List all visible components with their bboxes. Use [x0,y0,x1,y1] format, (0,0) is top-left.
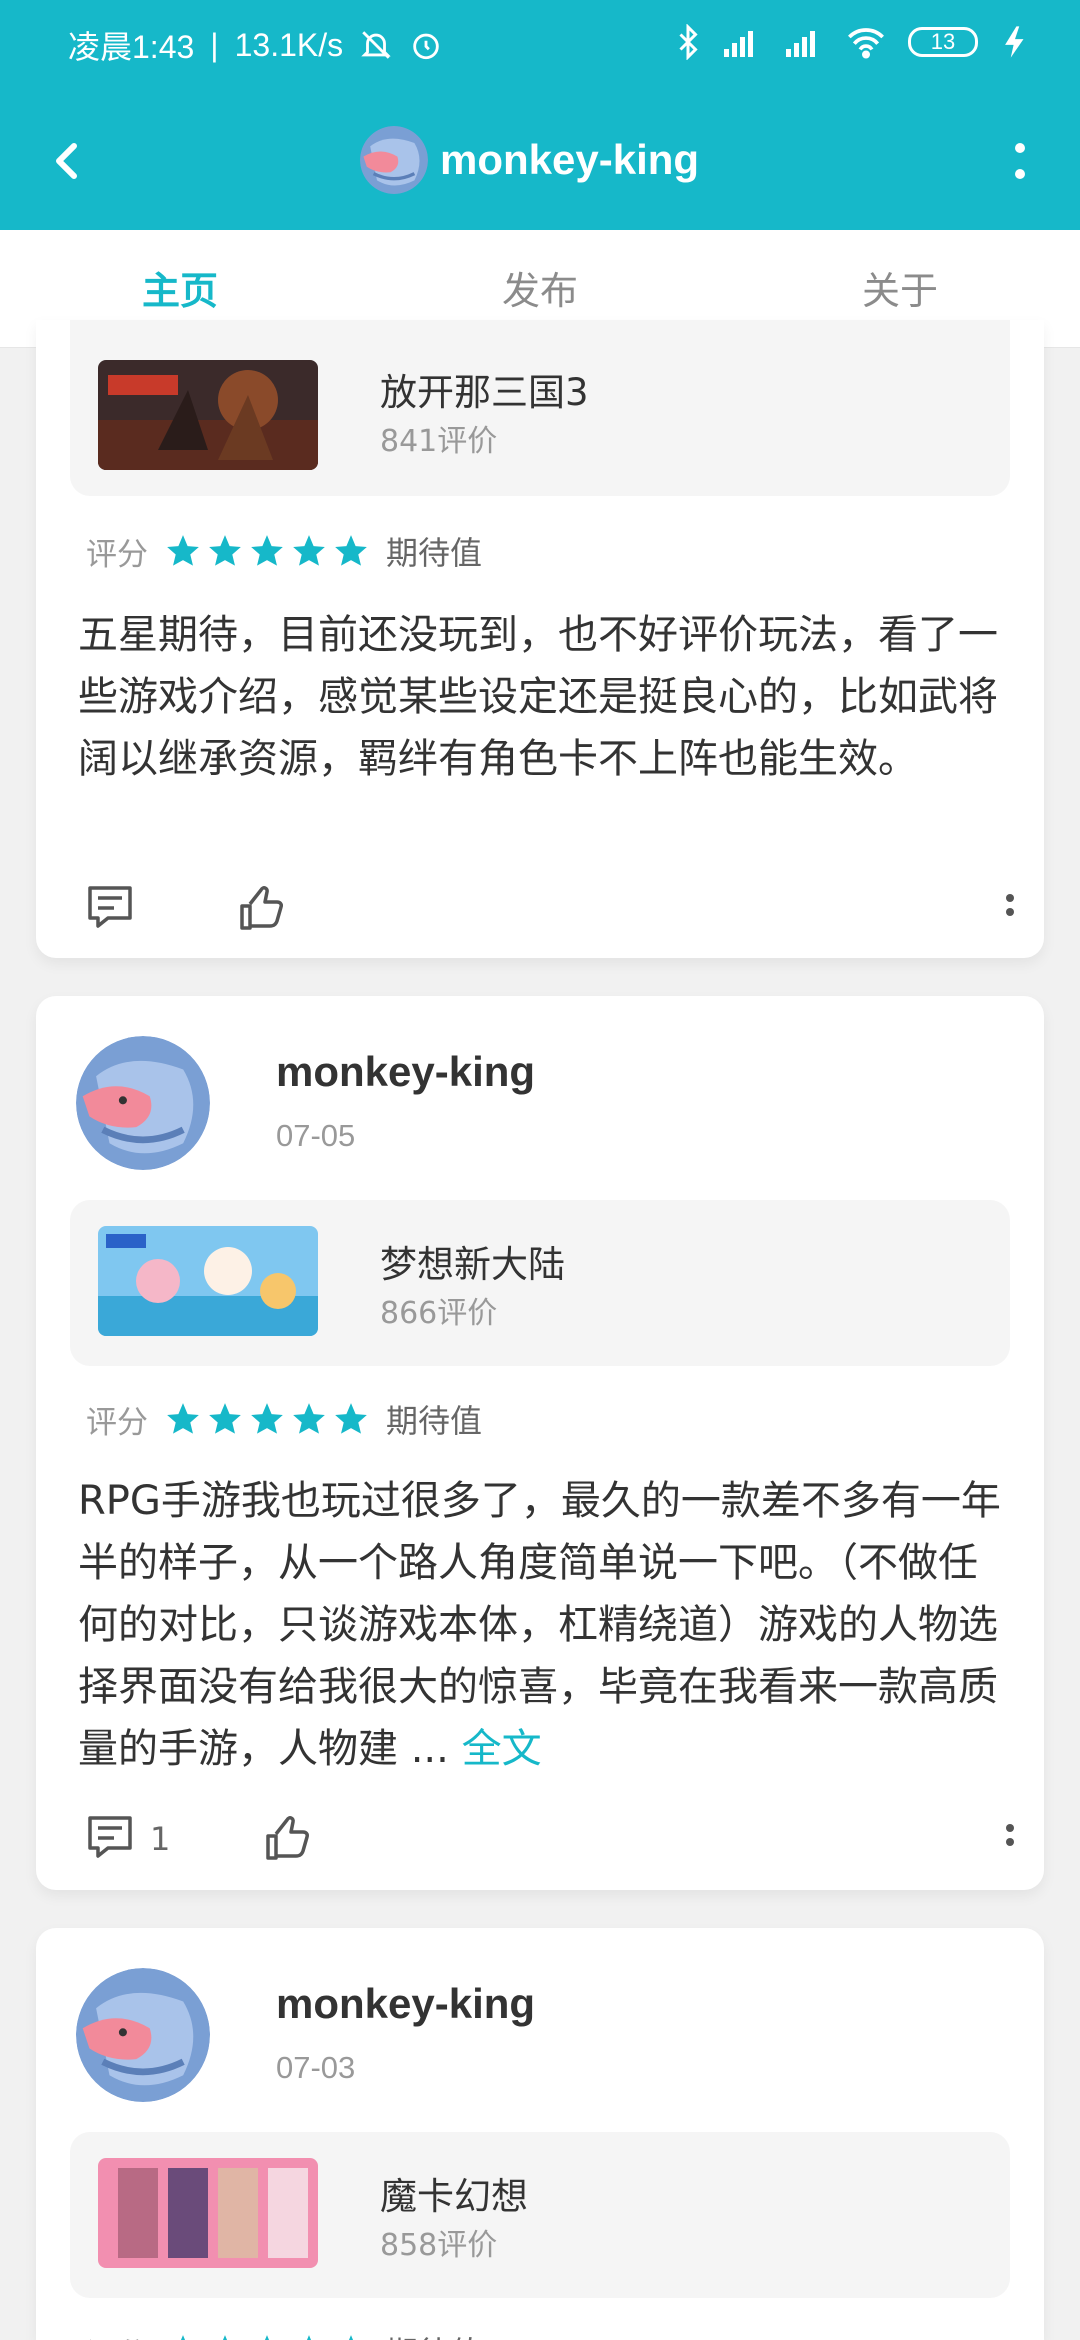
rating-row: 评分 期待值 [86,1394,482,1444]
rating-row: 评分 期待值 [86,526,482,576]
star-icon [335,535,367,566]
rating-label: 评分 [86,1404,148,1441]
review-more-icon[interactable] [1000,1818,1020,1858]
username: monkey-king [276,1980,536,2027]
username: monkey-king [276,1048,536,1095]
star-icon [251,535,283,566]
tab-home[interactable]: 主页 [142,260,218,315]
star-icon [209,535,241,566]
review-more-icon[interactable] [1000,888,1020,928]
game-thumbnail [98,2158,318,2268]
star-icon [306,2335,312,2340]
review-actions: 1 [80,1808,1020,1868]
alarm-icon [413,33,439,60]
tab-about[interactable]: 关于 [862,260,938,315]
game-thumbnail [98,360,318,470]
back-arrow-icon [56,143,77,179]
star-icon [264,2335,270,2340]
avatar [76,1036,210,1170]
bluetooth-icon [679,24,698,60]
comment-count: 1 [150,1820,171,1858]
game-link[interactable]: 放开那三国3 841评价 [70,320,1010,496]
status-time: 凌晨1:43 [68,29,195,65]
review-text[interactable]: RPG手游我也玩过很多了，最久的一款差不多有一年半的样子，从一个路人角度简单说一… [78,1470,1008,1780]
status-network-speed: 13.1K/s [234,26,344,63]
star-icon [180,2335,186,2340]
star-icon [335,1403,367,1434]
review-card: 放开那三国3 841评价 评分 期待值 五星期待，目前还没玩到，也不好评价玩法，… [36,320,1044,958]
header-avatar [360,126,428,194]
signal-icon [786,31,815,57]
star-icon [167,1403,199,1434]
rating-row: 评分 期待值 [86,2326,482,2340]
review-card: monkey-king 07-03 魔卡幻想 858评价 评分 期待值 [36,1928,1044,2340]
rating-text: 期待值 [386,2328,482,2340]
star-icon [167,535,199,566]
star-icon [209,1403,241,1434]
user-row[interactable]: monkey-king 07-05 [76,1036,976,1176]
post-date: 07-03 [276,2050,356,2085]
app-bar: monkey-king [0,90,1080,230]
more-options-button[interactable] [1000,126,1040,196]
review-actions [80,878,1020,938]
status-divider: | [210,26,219,63]
tab-publish[interactable]: 发布 [502,260,578,315]
rating-label: 评分 [86,536,148,573]
post-date: 07-05 [276,1118,356,1153]
page-title: monkey-king [440,136,700,183]
game-thumbnail [98,1226,318,1336]
game-name: 放开那三国3 [380,371,589,414]
rating-label: 评分 [86,2329,148,2340]
game-name: 魔卡幻想 [380,2175,528,2218]
like-icon[interactable] [256,1808,316,1868]
review-card: monkey-king 07-05 梦想新大陆 866评价 评分 期待值 RPG… [36,996,1044,1890]
review-body: 五星期待，目前还没玩到，也不好评价玩法，看了一些游戏介绍，感觉某些设定还是挺良心… [78,612,998,782]
star-icon [293,535,325,566]
status-bar: 凌晨1:43 | 13.1K/s 13 [0,0,1080,90]
comment-icon[interactable] [80,1808,140,1868]
game-review-count: 841评价 [380,424,498,459]
game-name: 梦想新大陆 [380,1243,565,1286]
game-link[interactable]: 梦想新大陆 866评价 [70,1200,1010,1366]
read-more-link[interactable]: 全文 [462,1726,542,1772]
game-review-count: 858评价 [380,2228,498,2263]
user-row[interactable]: monkey-king 07-03 [76,1968,976,2108]
status-right: 13 [676,24,1030,60]
game-link[interactable]: 魔卡幻想 858评价 [70,2132,1010,2298]
vertical-dots-icon [1015,143,1025,179]
back-button[interactable] [34,126,104,196]
like-icon[interactable] [230,878,290,938]
rating-text: 期待值 [386,534,483,572]
star-icon [251,1403,283,1434]
star-icon [293,1403,325,1434]
review-text[interactable]: 五星期待，目前还没玩到，也不好评价玩法，看了一些游戏介绍，感觉某些设定还是挺良心… [78,604,1008,790]
battery-indicator: 13 [908,27,978,57]
star-icon [222,2335,228,2340]
mute-icon [361,31,391,59]
wifi-icon [848,28,884,59]
star-icon [348,2335,354,2340]
comment-icon[interactable] [80,878,140,938]
charging-icon [1005,26,1024,58]
status-left: 凌晨1:43 | 13.1K/s [68,22,443,68]
signal-hd-icon [724,31,753,57]
avatar [76,1968,210,2102]
header-title-wrap: monkey-king [360,115,699,205]
game-review-count: 866评价 [380,1296,498,1331]
rating-text: 期待值 [386,1402,483,1440]
